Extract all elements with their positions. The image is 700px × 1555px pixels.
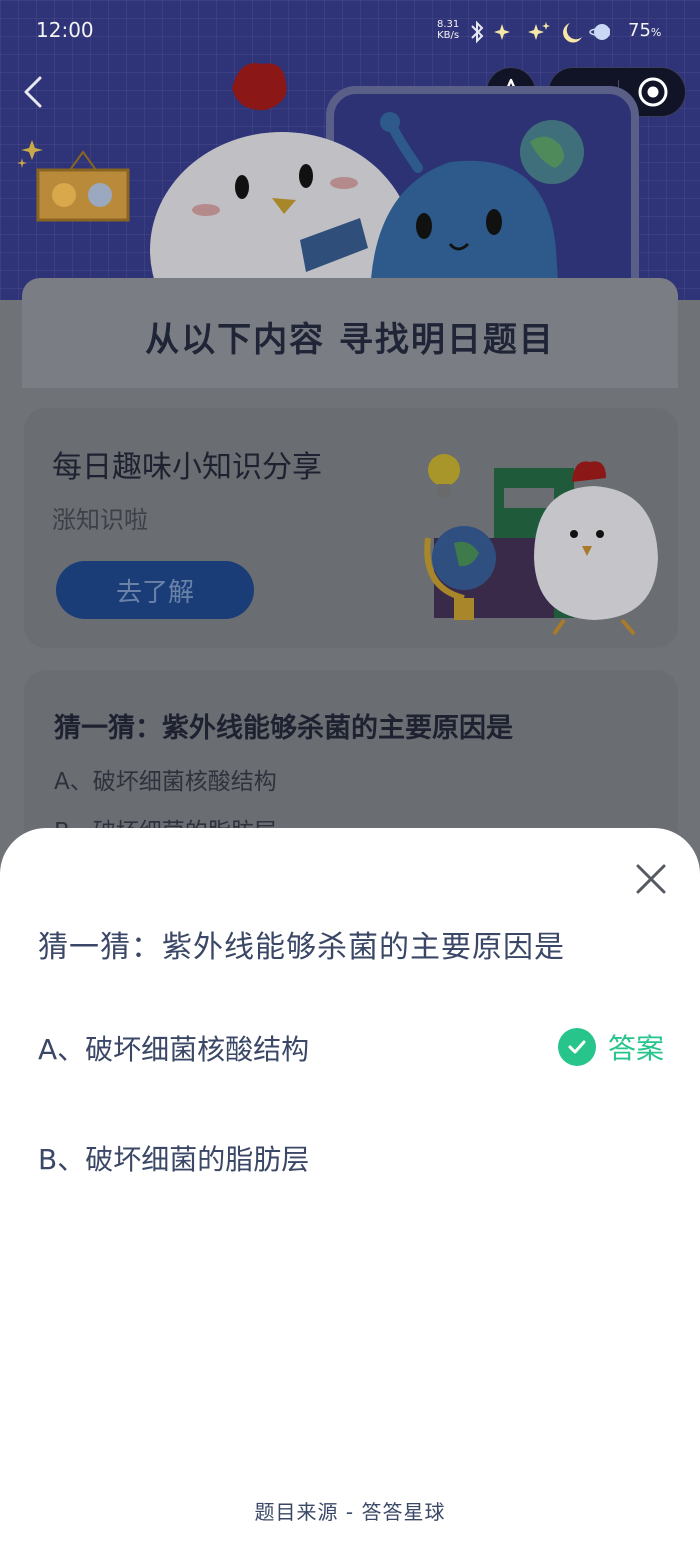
quiz-card-question: 猜一猜：紫外线能够杀菌的主要原因是 xyxy=(54,713,513,744)
chicken-globe-illustration xyxy=(424,454,658,636)
answer-bottom-sheet: 猜一猜：紫外线能够杀菌的主要原因是 A、破坏细菌核酸结构 答案 B、破坏细菌的脂… xyxy=(0,828,700,1555)
bluetooth-icon xyxy=(471,20,484,44)
mascot-illustration xyxy=(17,63,639,310)
option-a[interactable]: A、破坏细菌核酸结构 答案 xyxy=(38,1028,668,1068)
close-icon[interactable] xyxy=(628,856,674,902)
network-speed: 8.31 KB/s xyxy=(437,19,459,41)
option-a-label: A、破坏细菌核酸结构 xyxy=(38,1033,310,1066)
knowledge-card-title: 每日趣味小知识分享 xyxy=(52,450,322,485)
knowledge-card: 每日趣味小知识分享 涨知识啦 去了解 xyxy=(24,408,678,648)
check-circle-icon xyxy=(557,1028,596,1066)
correct-answer-tag: 答案 xyxy=(557,1028,664,1066)
sparkle-icon xyxy=(494,24,510,40)
answer-label: 答案 xyxy=(607,1032,664,1065)
sheet-question: 猜一猜：紫外线能够杀菌的主要原因是 xyxy=(38,930,565,965)
network-speed-value: 8.31 xyxy=(437,19,460,30)
battery-level: 75% xyxy=(628,20,661,41)
sparkles-icon xyxy=(528,22,550,40)
battery-unit: % xyxy=(650,26,662,39)
battery-value: 75 xyxy=(628,20,651,41)
planet-icon xyxy=(589,24,610,40)
banner-title: 从以下内容 寻找明日题目 xyxy=(145,320,555,360)
status-icons xyxy=(471,20,610,44)
medal-frame-icon xyxy=(17,140,130,222)
source-footer: 题目来源 - 答答星球 xyxy=(254,1500,446,1524)
quiz-card-option-a: A、破坏细菌核酸结构 xyxy=(54,769,277,795)
moon-icon xyxy=(563,23,582,43)
option-b[interactable]: B、破坏细菌的脂肪层 xyxy=(38,1138,309,1178)
lightbulb-icon xyxy=(428,454,460,498)
knowledge-card-subtitle: 涨知识啦 xyxy=(52,506,148,534)
status-time: 12:00 xyxy=(36,18,94,42)
network-speed-unit: KB/s xyxy=(437,30,460,41)
learn-more-button[interactable]: 去了解 xyxy=(56,561,254,619)
